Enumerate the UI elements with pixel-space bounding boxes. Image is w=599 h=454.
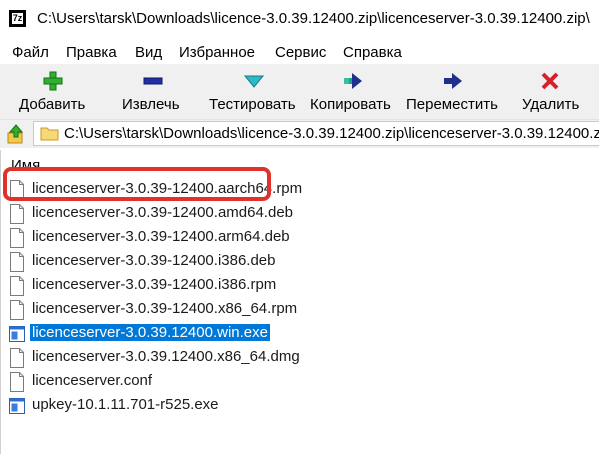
delete-x-icon (541, 72, 559, 90)
move-arrow-icon (444, 73, 462, 89)
file-name: licenceserver-3.0.39.12400.x86_64.dmg (32, 348, 300, 365)
file-list[interactable]: Имя licenceserver-3.0.39-12400.aarch64.r… (0, 150, 599, 454)
file-icon (10, 180, 24, 200)
file-icon (10, 252, 24, 272)
copy-label: Копировать (310, 96, 391, 113)
file-name: licenceserver-3.0.39-12400.aarch64.rpm (32, 180, 303, 197)
move-button[interactable]: Переместить (404, 64, 504, 119)
delete-label: Удалить (522, 96, 580, 113)
test-button[interactable]: Тестировать (205, 64, 305, 119)
file-icon (10, 276, 24, 296)
file-name: licenceserver-3.0.39-12400.x86_64.rpm (32, 300, 298, 317)
file-row[interactable]: licenceserver-3.0.39-12400.arm64.deb (9, 226, 309, 250)
window-title: C:\Users\tarsk\Downloads\licence-3.0.39.… (37, 10, 590, 27)
file-icon (10, 300, 24, 320)
menu-help[interactable]: Справка (343, 44, 402, 61)
file-row[interactable]: licenceserver-3.0.39-12400.i386.deb (9, 250, 309, 274)
extract-button[interactable]: Извлечь (105, 64, 200, 119)
copy-arrow-icon (344, 73, 362, 89)
toolbar: Добавить Извлечь Тестировать Копировать … (0, 64, 599, 120)
title-bar: 7z C:\Users\tarsk\Downloads\licence-3.0.… (0, 0, 599, 38)
file-row[interactable]: upkey-10.1.11.701-r525.exe (9, 394, 309, 418)
copy-button[interactable]: Копировать (308, 64, 403, 119)
file-row[interactable]: licenceserver-3.0.39-12400.x86_64.rpm (9, 298, 309, 322)
folder-icon (40, 127, 59, 141)
address-path-field[interactable]: C:\Users\tarsk\Downloads\licence-3.0.39.… (33, 121, 599, 146)
file-name: licenceserver-3.0.39-12400.i386.rpm (32, 276, 277, 293)
add-label: Добавить (19, 96, 86, 113)
app-icon-text: 7z (11, 13, 24, 24)
menu-favorites[interactable]: Избранное (179, 44, 255, 61)
file-name: licenceserver-3.0.39-12400.i386.deb (32, 252, 276, 269)
file-icon (10, 348, 24, 368)
file-row[interactable]: licenceserver-3.0.39-12400.aarch64.rpm (9, 178, 309, 202)
file-icon (10, 204, 24, 224)
file-icon (10, 228, 24, 248)
minus-icon (143, 77, 163, 85)
file-row[interactable]: licenceserver-3.0.39.12400.win.exe (9, 322, 309, 346)
test-label: Тестировать (209, 96, 296, 113)
file-name: licenceserver.conf (32, 372, 153, 389)
extract-label: Извлечь (122, 96, 180, 113)
move-label: Переместить (406, 96, 498, 113)
file-name: licenceserver-3.0.39-12400.amd64.deb (32, 204, 293, 221)
file-row[interactable]: licenceserver.conf (9, 370, 309, 394)
check-icon (243, 75, 265, 88)
address-bar: C:\Users\tarsk\Downloads\licence-3.0.39.… (0, 120, 599, 148)
up-folder-icon[interactable] (7, 124, 25, 144)
file-name: licenceserver-3.0.39.12400.win.exe (29, 323, 271, 342)
menu-file[interactable]: Файл (12, 44, 49, 61)
file-row[interactable]: licenceserver-3.0.39-12400.i386.rpm (9, 274, 309, 298)
file-name: licenceserver-3.0.39-12400.arm64.deb (32, 228, 290, 245)
file-row[interactable]: licenceserver-3.0.39-12400.amd64.deb (9, 202, 309, 226)
exe-icon (9, 326, 25, 342)
menu-edit[interactable]: Правка (66, 44, 117, 61)
delete-button[interactable]: Удалить (510, 64, 595, 119)
address-path-text: C:\Users\tarsk\Downloads\licence-3.0.39.… (64, 125, 599, 142)
plus-icon (43, 71, 63, 91)
menu-bar: Файл Правка Вид Избранное Сервис Справка (0, 38, 599, 64)
file-name: upkey-10.1.11.701-r525.exe (32, 396, 219, 413)
menu-tools[interactable]: Сервис (275, 44, 326, 61)
7zip-app-icon: 7z (9, 10, 26, 27)
file-icon (10, 372, 24, 392)
exe-icon (9, 398, 25, 414)
file-row[interactable]: licenceserver-3.0.39.12400.x86_64.dmg (9, 346, 309, 370)
menu-view[interactable]: Вид (135, 44, 162, 61)
column-header-name[interactable]: Имя (11, 157, 40, 174)
add-button[interactable]: Добавить (0, 64, 100, 119)
